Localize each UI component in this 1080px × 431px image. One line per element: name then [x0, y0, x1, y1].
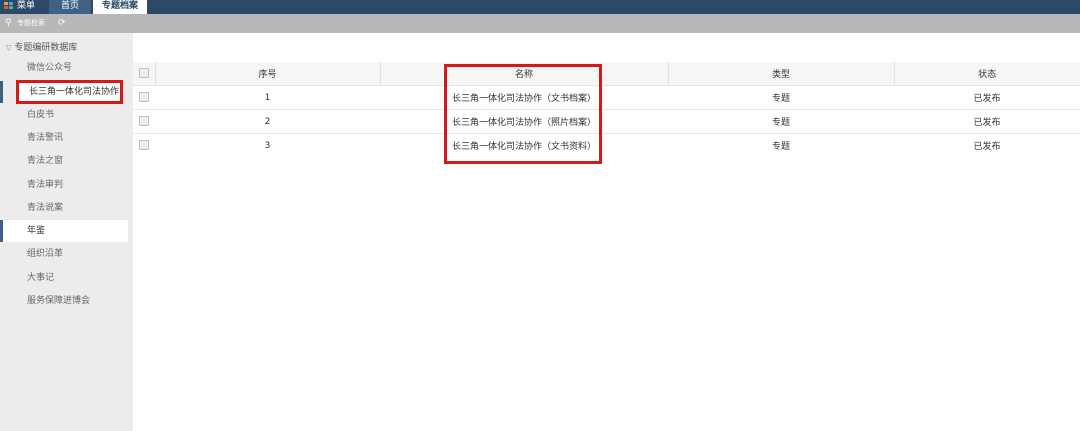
sidebar-item-law-window[interactable]: 青法之窗	[0, 150, 128, 172]
row-no: 3	[155, 133, 380, 157]
select-all-checkbox[interactable]	[138, 68, 149, 79]
sidebar-item-label: 长三角一体化司法协作	[29, 87, 120, 97]
home-tab[interactable]: 首页	[49, 0, 91, 14]
menu-grid-icon	[4, 1, 14, 10]
row-checkbox[interactable]	[139, 116, 149, 127]
sidebar-item-police-news[interactable]: 青法警讯	[0, 127, 128, 149]
row-type: 专题	[668, 85, 894, 110]
sidebar-item-expo-service[interactable]: 服务保障进博会	[0, 290, 128, 312]
row-select-cell[interactable]	[133, 109, 155, 134]
column-header-type[interactable]: 类型	[667, 62, 894, 86]
menu-tab[interactable]: 菜单	[0, 0, 46, 14]
tree-root[interactable]: ▽ 专题编研数据库	[6, 40, 77, 53]
row-select-cell[interactable]	[133, 85, 155, 110]
topic-archive-tab-label: 专题档案	[101, 1, 138, 11]
sidebar-item-chronicle[interactable]: 大事记	[0, 267, 128, 289]
row-status: 已发布	[894, 109, 1080, 134]
sidebar-item-wechat[interactable]: 微信公众号	[0, 57, 128, 79]
topic-search-label[interactable]: 专题检索	[17, 18, 45, 28]
chevron-down-icon: ▽	[6, 44, 12, 52]
table-row[interactable]: 1 长三角一体化司法协作（文书档案） 专题 已发布	[133, 85, 1080, 110]
row-type: 专题	[668, 133, 894, 157]
menu-tab-label: 菜单	[17, 1, 36, 11]
sidebar-item-label: 青法说案	[27, 203, 64, 213]
column-header-status[interactable]: 状态	[893, 62, 1080, 86]
top-nav-bar: 菜单 首页 专题档案	[0, 0, 1080, 14]
sidebar-item-whitepaper[interactable]: 白皮书	[0, 104, 128, 126]
sidebar-item-label: 组织沿革	[27, 249, 64, 259]
selection-bar	[0, 81, 3, 103]
table-row[interactable]: 3 长三角一体化司法协作（文书资料） 专题 已发布	[133, 133, 1080, 157]
location-pin-icon: ⚲	[5, 18, 12, 28]
row-no: 1	[155, 85, 380, 110]
row-status: 已发布	[894, 85, 1080, 110]
topic-table: 序号 名称 类型 状态 1 长三角一体化司法协作（文书档案） 专题 已发布 2 …	[133, 62, 1080, 157]
sidebar-item-label: 白皮书	[27, 110, 55, 120]
sidebar-item-yearbook[interactable]: 年鉴	[0, 220, 128, 242]
row-checkbox[interactable]	[139, 140, 149, 151]
sidebar-item-label: 青法之窗	[27, 156, 64, 166]
sidebar-item-yangtze-judicial[interactable]: 长三角一体化司法协作	[16, 80, 123, 104]
sidebar-item-label: 大事记	[27, 273, 55, 283]
home-tab-label: 首页	[60, 1, 79, 11]
sidebar-item-label: 青法审判	[27, 180, 64, 190]
sidebar-item-org-history[interactable]: 组织沿革	[0, 243, 128, 265]
column-header-no[interactable]: 序号	[154, 62, 380, 86]
row-no: 2	[155, 109, 380, 134]
toolbar: ⚲ 专题检索 ⟳	[0, 14, 1080, 33]
sidebar-item-label: 年鉴	[27, 226, 46, 236]
sidebar-item-label: 服务保障进博会	[27, 296, 91, 306]
sidebar: ▽ 专题编研数据库 微信公众号 长三角一体化司法协作 白皮书 青法警讯 青法之窗 …	[0, 33, 133, 431]
table-row[interactable]: 2 长三角一体化司法协作（照片档案） 专题 已发布	[133, 109, 1080, 134]
table-header-row: 序号 名称 类型 状态	[133, 62, 1080, 86]
sidebar-item-trials[interactable]: 青法审判	[0, 174, 128, 196]
row-checkbox[interactable]	[139, 92, 149, 103]
topic-archive-tab[interactable]: 专题档案	[93, 0, 147, 14]
sidebar-item-label: 微信公众号	[27, 63, 73, 73]
sidebar-item-case-talk[interactable]: 青法说案	[0, 197, 128, 219]
row-type: 专题	[668, 109, 894, 134]
select-all-cell[interactable]	[133, 62, 155, 86]
name-column-highlight-box	[444, 64, 602, 164]
topic-table-container: 序号 名称 类型 状态 1 长三角一体化司法协作（文书档案） 专题 已发布 2 …	[133, 62, 1080, 157]
refresh-icon[interactable]: ⟳	[58, 18, 66, 28]
tree-root-label: 专题编研数据库	[14, 43, 78, 53]
sidebar-item-label: 青法警讯	[27, 133, 64, 143]
row-status: 已发布	[894, 133, 1080, 157]
row-select-cell[interactable]	[133, 133, 155, 157]
